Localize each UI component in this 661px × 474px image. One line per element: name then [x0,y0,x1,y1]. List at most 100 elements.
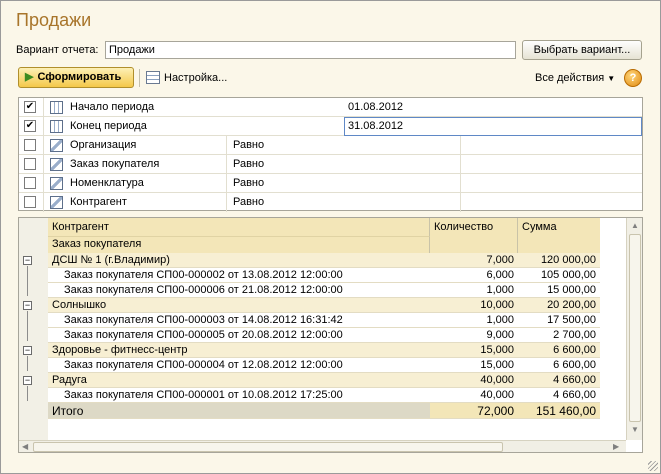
all-actions-menu[interactable]: Все действия ▼ [535,72,615,84]
filter-checkbox[interactable] [24,158,36,170]
filter-row-counterparty[interactable]: Контрагент Равно [19,193,642,212]
settings-icon[interactable] [146,71,160,84]
tree-line [27,311,28,341]
column-header-order[interactable]: Заказ покупателя [48,237,430,253]
filter-name: Начало периода [70,101,155,113]
column-header-quantity[interactable]: Количество [430,218,518,253]
report-window: Продажи Вариант отчета: Продажи Выбрать … [0,0,661,474]
group-row-name[interactable]: Радуга [48,373,430,388]
order-row-name[interactable]: Заказ покупателя СП00-000006 от 21.08.20… [48,283,430,298]
order-row-quantity[interactable]: 9,000 [430,328,518,343]
order-row-name[interactable]: Заказ покупателя СП00-000003 от 14.08.20… [48,313,430,328]
scroll-thumb[interactable] [629,234,641,422]
column-header-amount[interactable]: Сумма [518,218,600,253]
calendar-icon [50,101,63,114]
group-row-name[interactable]: ДСШ № 1 (г.Владимир) [48,253,430,268]
filter-checkbox[interactable] [24,196,36,208]
settings-button[interactable]: Настройка... [164,72,227,84]
tree-line [27,356,28,371]
filter-condition[interactable]: Равно [233,139,264,151]
filter-row-order[interactable]: Заказ покупателя Равно [19,155,642,174]
order-row-name[interactable]: Заказ покупателя СП00-000005 от 20.08.20… [48,328,430,343]
filter-icon [50,177,63,190]
filter-icon [50,139,63,152]
group-row-amount[interactable]: 120 000,00 [518,253,600,268]
group-row-name[interactable]: Здоровье - фитнесс-центр [48,343,430,358]
generate-button[interactable]: ▶ Сформировать [18,67,134,88]
collapse-toggle[interactable]: − [23,256,32,265]
total-row-quantity[interactable]: 72,000 [430,403,518,419]
total-row-label[interactable]: Итого [48,403,430,419]
order-row-amount[interactable]: 15 000,00 [518,283,600,298]
scroll-left-icon[interactable]: ◀ [22,442,28,451]
scroll-right-icon[interactable]: ▶ [613,442,619,451]
help-icon[interactable]: ? [624,69,642,87]
order-row-quantity[interactable]: 1,000 [430,283,518,298]
filter-row-end[interactable]: ✔ Конец периода 31.08.2012 [19,117,642,136]
order-row-amount[interactable]: 4 660,00 [518,388,600,403]
variant-field[interactable]: Продажи [105,41,516,59]
order-row-amount[interactable]: 6 600,00 [518,358,600,373]
group-row-amount[interactable]: 4 660,00 [518,373,600,388]
chevron-down-icon: ▼ [607,74,616,83]
scroll-down-icon[interactable]: ▼ [631,425,639,434]
order-row-amount[interactable]: 105 000,00 [518,268,600,283]
collapse-toggle[interactable]: − [23,301,32,310]
collapse-toggle[interactable]: − [23,346,32,355]
filter-row-start[interactable]: ✔ Начало периода 01.08.2012 [19,98,642,117]
scroll-up-icon[interactable]: ▲ [631,221,639,230]
calendar-icon [50,120,63,133]
horizontal-scrollbar[interactable]: ◀ ▶ [19,440,626,452]
order-row-name[interactable]: Заказ покупателя СП00-000004 от 12.08.20… [48,358,430,373]
resize-grip[interactable] [648,461,658,471]
filter-name: Заказ покупателя [70,158,160,170]
group-row-amount[interactable]: 6 600,00 [518,343,600,358]
column-header-counterparty[interactable]: Контрагент [48,218,430,237]
choose-variant-button[interactable]: Выбрать вариант... [522,40,642,60]
filter-checkbox[interactable]: ✔ [24,120,36,132]
order-row-amount[interactable]: 2 700,00 [518,328,600,343]
filter-icon [50,196,63,209]
order-row-amount[interactable]: 17 500,00 [518,313,600,328]
filter-icon [50,158,63,171]
filter-name: Контрагент [70,196,127,208]
play-icon: ▶ [25,71,34,83]
filter-value[interactable]: 01.08.2012 [348,101,403,113]
group-row-name[interactable]: Солнышко [48,298,430,313]
order-row-name[interactable]: Заказ покупателя СП00-000002 от 13.08.20… [48,268,430,283]
filter-row-organization[interactable]: Организация Равно [19,136,642,155]
scroll-thumb[interactable] [33,442,503,452]
order-row-name[interactable]: Заказ покупателя СП00-000001 от 10.08.20… [48,388,430,403]
group-row-quantity[interactable]: 7,000 [430,253,518,268]
vertical-scrollbar[interactable]: ▲ ▼ [626,218,642,440]
total-row-amount[interactable]: 151 460,00 [518,403,600,419]
filter-checkbox[interactable] [24,139,36,151]
window-title: Продажи [16,10,92,30]
filter-name: Конец периода [70,120,147,132]
tree-line [27,386,28,401]
filter-panel: ✔ Начало периода 01.08.2012 ✔ Конец пери… [18,97,643,212]
filter-checkbox[interactable]: ✔ [24,101,36,113]
group-row-quantity[interactable]: 15,000 [430,343,518,358]
generate-button-label: Сформировать [37,71,122,83]
filter-row-nomenclature[interactable]: Номенклатура Равно [19,174,642,193]
toolbar-separator [139,69,140,87]
group-row-amount[interactable]: 20 200,00 [518,298,600,313]
order-row-quantity[interactable]: 1,000 [430,313,518,328]
group-row-quantity[interactable]: 10,000 [430,298,518,313]
filter-value[interactable]: 31.08.2012 [348,120,403,132]
group-row-quantity[interactable]: 40,000 [430,373,518,388]
order-row-quantity[interactable]: 6,000 [430,268,518,283]
report-table[interactable]: Контрагент Заказ покупателя Количество С… [18,217,643,453]
filter-condition[interactable]: Равно [233,196,264,208]
filter-condition[interactable]: Равно [233,158,264,170]
order-row-quantity[interactable]: 15,000 [430,358,518,373]
order-row-quantity[interactable]: 40,000 [430,388,518,403]
filter-checkbox[interactable] [24,177,36,189]
collapse-toggle[interactable]: − [23,376,32,385]
all-actions-label: Все действия [535,72,605,84]
filter-name: Организация [70,139,137,151]
tree-line [27,266,28,296]
filter-condition[interactable]: Равно [233,177,264,189]
filter-name: Номенклатура [70,177,144,189]
